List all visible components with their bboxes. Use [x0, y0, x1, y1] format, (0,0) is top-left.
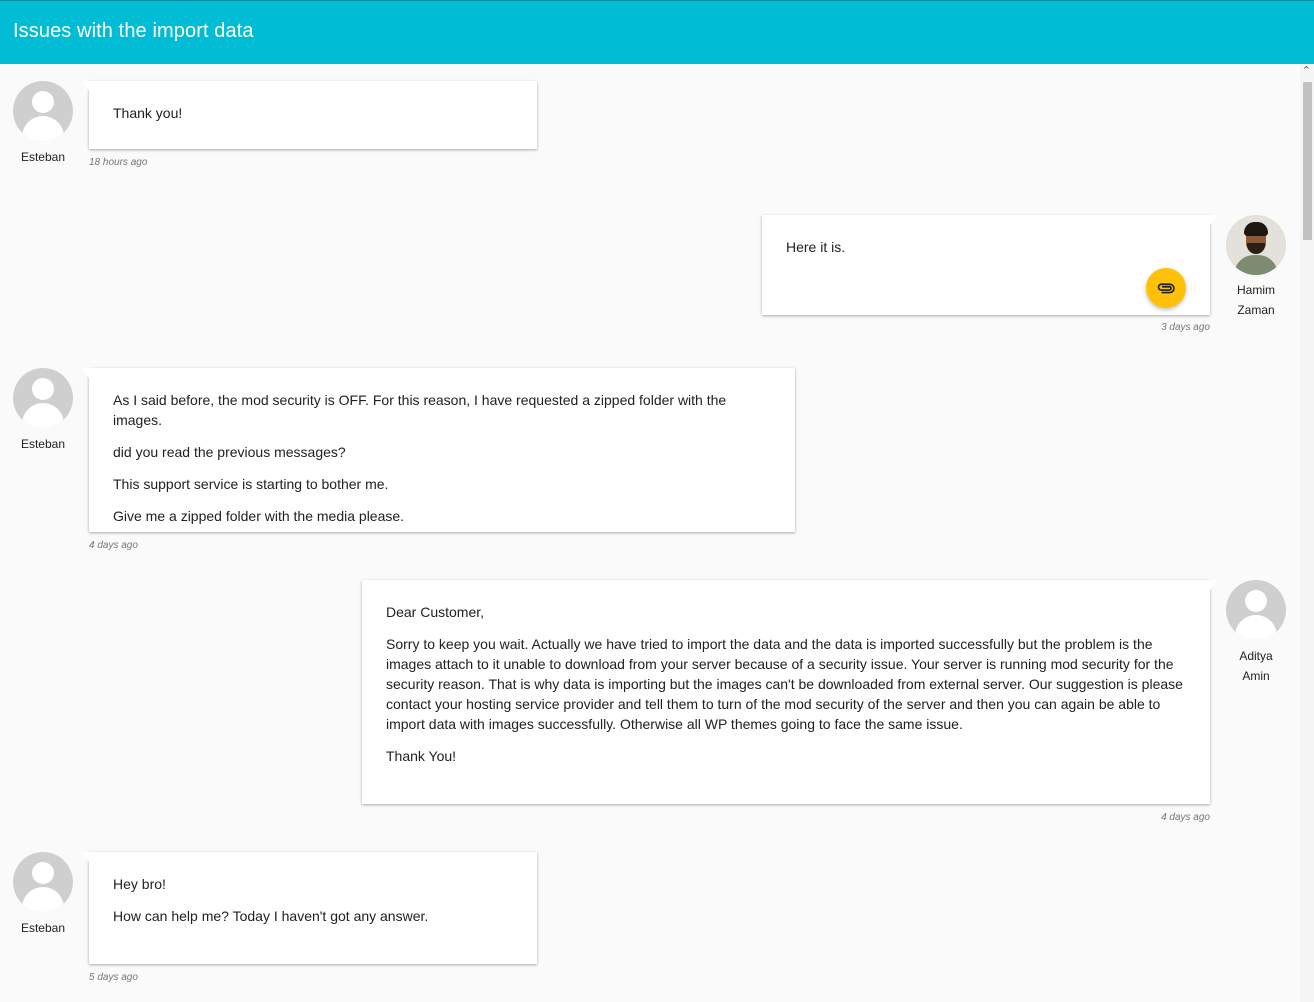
author-name: Esteban — [20, 921, 66, 935]
message-text: Thank you! — [113, 105, 183, 121]
message-bubble: Thank you! — [81, 81, 537, 149]
message-text: did you read the previous messages? — [113, 444, 346, 460]
message-text: Thank You! — [386, 748, 457, 764]
author-first-name: Hamim — [1237, 283, 1275, 297]
author-first-name: Aditya — [1239, 649, 1273, 663]
default-user-icon — [32, 862, 54, 884]
scrollbar-thumb[interactable] — [1303, 82, 1312, 240]
message-bubble: Hey bro! How can help me? Today I haven'… — [81, 852, 537, 964]
page-title: Issues with the import data — [13, 20, 254, 42]
default-user-icon — [32, 378, 54, 400]
message-timestamp: 3 days ago — [1161, 322, 1210, 333]
message-timestamp: 5 days ago — [89, 972, 138, 983]
message-text: Give me a zipped folder with the media p… — [113, 508, 405, 524]
message-bubble: Here it is. — [762, 215, 1218, 315]
message-text: As I said before, the mod security is OF… — [113, 392, 727, 428]
author-name: Aditya Amin — [1221, 646, 1291, 686]
message-timestamp: 4 days ago — [1161, 812, 1210, 823]
author-name: Esteban — [20, 437, 66, 451]
default-user-icon — [32, 91, 54, 113]
message-timestamp: 18 hours ago — [89, 157, 148, 168]
app-header: Issues with the import data — [0, 0, 1314, 64]
author-last-name: Zaman — [1237, 303, 1275, 317]
message-text: Here it is. — [786, 239, 846, 255]
avatar — [1226, 580, 1286, 640]
attachment-button[interactable] — [1146, 268, 1186, 308]
author-name: Esteban — [20, 150, 66, 164]
author-last-name: Amin — [1242, 669, 1270, 683]
message-text: How can help me? Today I haven't got any… — [113, 908, 429, 924]
message-text: This support service is starting to both… — [113, 476, 389, 492]
author-name: Hamim Zaman — [1221, 280, 1291, 320]
default-user-icon — [1245, 590, 1267, 612]
avatar — [13, 368, 73, 428]
paperclip-icon — [1157, 283, 1175, 294]
message-bubble: As I said before, the mod security is OF… — [81, 368, 795, 532]
message-timestamp: 4 days ago — [89, 540, 138, 551]
avatar — [13, 852, 73, 912]
message-text: Hey bro! — [113, 876, 166, 892]
scroll-up-arrow-icon[interactable]: ⌃ — [1302, 66, 1311, 77]
message-bubble: Dear Customer, Sorry to keep you wait. A… — [362, 580, 1218, 804]
message-text: Sorry to keep you wait. Actually we have… — [386, 636, 1183, 732]
message-text: Dear Customer, — [386, 604, 485, 620]
avatar — [1226, 215, 1286, 275]
avatar — [13, 81, 73, 141]
